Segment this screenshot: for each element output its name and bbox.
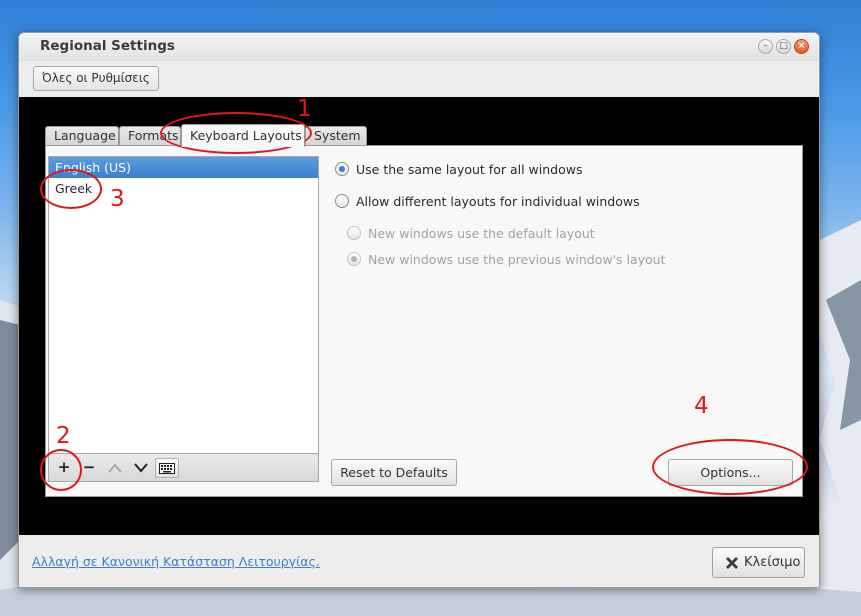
- annotation-ring-add: [40, 449, 82, 491]
- title-bar[interactable]: Regional Settings – □ ×: [19, 33, 819, 61]
- new-previous-label: New windows use the previous window's la…: [368, 252, 666, 267]
- window-title: Regional Settings: [40, 38, 175, 54]
- maximize-icon[interactable]: □: [776, 39, 791, 54]
- close-label: Κλείσιμο: [744, 555, 801, 570]
- new-default-radio[interactable]: [347, 226, 361, 240]
- same-layout-label: Use the same layout for all windows: [356, 162, 583, 177]
- annotation-2: 2: [56, 423, 71, 449]
- tab-keyboard-layouts[interactable]: Keyboard Layouts: [181, 124, 305, 147]
- different-layouts-radio[interactable]: [335, 194, 349, 208]
- all-settings-button[interactable]: Όλες οι Ρυθμίσεις: [33, 66, 159, 91]
- annotation-1: 1: [297, 96, 312, 122]
- keyboard-icon[interactable]: [155, 458, 179, 478]
- minimize-icon[interactable]: –: [758, 39, 773, 54]
- reset-to-defaults-button[interactable]: Reset to Defaults: [331, 459, 457, 486]
- annotation-3: 3: [110, 186, 125, 212]
- annotation-ring-options: [652, 439, 808, 495]
- close-button[interactable]: Κλείσιμο: [712, 547, 805, 578]
- new-previous-radio[interactable]: [347, 252, 361, 266]
- close-window-icon[interactable]: ×: [794, 39, 809, 54]
- different-layouts-label: Allow different layouts for individual w…: [356, 194, 640, 209]
- bottom-bar: Αλλαγή σε Κανονική Κατάσταση Λειτουργίας…: [19, 535, 819, 587]
- close-icon: [726, 557, 738, 569]
- normal-mode-link[interactable]: Αλλαγή σε Κανονική Κατάσταση Λειτουργίας…: [32, 554, 320, 569]
- annotation-4: 4: [694, 393, 709, 419]
- down-arrow-icon[interactable]: [129, 458, 153, 478]
- tab-system[interactable]: System: [305, 126, 367, 146]
- annotation-ring-greek: [40, 169, 102, 209]
- tab-language[interactable]: Language: [45, 126, 119, 146]
- new-default-label: New windows use the default layout: [368, 226, 595, 241]
- layout-list-toolbar: + −: [48, 454, 319, 482]
- up-arrow-icon[interactable]: [103, 458, 127, 478]
- same-layout-radio[interactable]: [335, 162, 349, 176]
- regional-settings-window: Regional Settings – □ × Όλες οι Ρυθμίσει…: [18, 32, 820, 588]
